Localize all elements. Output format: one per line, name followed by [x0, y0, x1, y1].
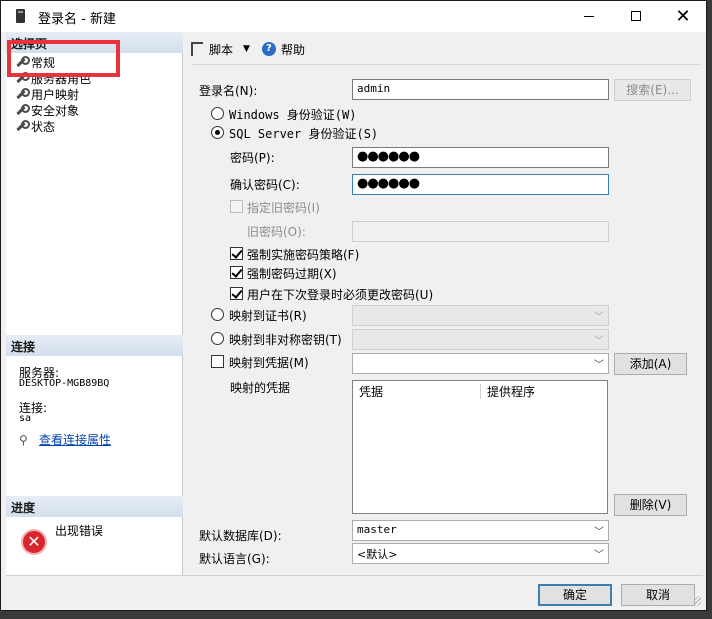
maximize-icon [631, 11, 641, 21]
mapped-credentials-table[interactable]: 凭据 提供程序 [352, 380, 608, 514]
map-asymmetric-key-radio[interactable] [211, 332, 224, 345]
connection-properties-icon: ⚲ [19, 433, 28, 447]
old-password-input[interactable] [352, 221, 609, 242]
toolbar-divider [191, 64, 701, 65]
must-change-checkbox[interactable] [230, 287, 243, 300]
column-header-credential[interactable]: 凭据 [353, 381, 389, 401]
login-new-window: 登录名 - 新建 ✕ 选择页 常规 服务器角色 用户映射 安全对象 状态 连接 … [0, 0, 707, 611]
certificate-select[interactable]: ﹀ [352, 305, 609, 326]
connection-header: 连接 [6, 335, 183, 356]
credential-select[interactable]: ﹀ [352, 353, 609, 374]
default-database-select[interactable]: master ﹀ [352, 520, 609, 541]
script-icon [191, 42, 203, 56]
nav-item-label: 安全对象 [31, 103, 80, 118]
page-selector-pane: 选择页 常规 服务器角色 用户映射 安全对象 状态 连接 服务器: DESKTO… [6, 32, 183, 575]
window-app-icon [16, 9, 25, 23]
remove-credential-button[interactable]: 删除(V) [614, 494, 687, 516]
map-certificate-label: 映射到证书(R) [229, 309, 307, 323]
maximize-button[interactable] [613, 1, 659, 32]
column-header-provider[interactable]: 提供程序 [481, 381, 541, 401]
wrench-icon [14, 104, 30, 116]
enforce-policy-label: 强制实施密码策略(F) [247, 248, 360, 262]
close-icon: ✕ [675, 6, 691, 27]
chevron-down-icon: ﹀ [594, 336, 604, 347]
error-icon: ✕ [21, 529, 47, 555]
enforce-policy-checkbox[interactable] [230, 247, 243, 260]
password-mask: ●●●●●● [357, 149, 420, 164]
confirm-password-mask: ●●●●●● [357, 176, 420, 191]
mapped-credentials-label: 映射的凭据 [230, 381, 291, 395]
search-button[interactable]: 搜索(E)... [614, 79, 691, 101]
nav-item-user-mapping[interactable]: 用户映射 [14, 86, 79, 102]
windows-auth-radio[interactable] [211, 107, 224, 120]
login-name-label: 登录名(N): [199, 84, 258, 98]
default-language-select[interactable]: <默认> ﹀ [352, 543, 609, 564]
close-button[interactable]: ✕ [660, 1, 706, 32]
chevron-down-icon: ﹀ [594, 550, 604, 561]
chevron-down-icon: ﹀ [594, 527, 604, 538]
help-button[interactable]: 帮助 [281, 41, 305, 58]
default-language-value: <默认> [357, 548, 398, 561]
chevron-down-icon: ﹀ [594, 360, 604, 371]
default-database-value: master [357, 523, 397, 536]
sql-auth-radio[interactable] [211, 126, 224, 139]
cancel-button[interactable]: 取消 [621, 584, 695, 606]
windows-auth-label: Windows 身份验证(W) [229, 108, 357, 122]
help-icon: ? [261, 42, 276, 56]
confirm-password-input[interactable]: ●●●●●● [352, 174, 609, 195]
confirm-password-label: 确认密码(C): [230, 178, 300, 192]
map-credential-label: 映射到凭据(M) [229, 356, 309, 370]
wrench-icon [14, 88, 30, 100]
chevron-down-icon: ﹀ [594, 312, 604, 323]
nav-item-label: 用户映射 [31, 87, 80, 102]
nav-item-securables[interactable]: 安全对象 [14, 102, 79, 118]
login-name-input[interactable]: admin [352, 79, 609, 100]
old-password-label: 旧密码(O): [247, 225, 306, 239]
toolbar: 脚本 ▼ ? 帮助 [191, 39, 305, 59]
default-language-label: 默认语言(G): [199, 552, 270, 566]
specify-old-password-checkbox[interactable] [230, 200, 243, 213]
window-title: 登录名 - 新建 [38, 12, 116, 27]
map-credential-checkbox[interactable] [211, 355, 224, 368]
connection-value: sa [19, 413, 32, 424]
progress-status: 出现错误 [55, 524, 104, 538]
map-asymmetric-key-label: 映射到非对称密钥(T) [229, 333, 342, 347]
wrench-icon [14, 120, 30, 132]
server-value: DESKTOP-MGB89BQ [19, 378, 110, 389]
password-input[interactable]: ●●●●●● [352, 147, 609, 168]
nav-item-status[interactable]: 状态 [14, 118, 55, 134]
chevron-down-icon[interactable]: ▼ [243, 44, 250, 54]
map-certificate-radio[interactable] [211, 308, 224, 321]
enforce-expiration-label: 强制密码过期(X) [247, 267, 337, 281]
asymmetric-key-select[interactable]: ﹀ [352, 329, 609, 350]
enforce-expiration-checkbox[interactable] [230, 266, 243, 279]
nav-item-label: 状态 [31, 119, 56, 134]
progress-header: 进度 [6, 496, 183, 517]
specify-old-password-label: 指定旧密码(I) [247, 201, 320, 215]
add-credential-button[interactable]: 添加(A) [614, 353, 687, 375]
view-connection-properties-link[interactable]: 查看连接属性 [39, 431, 111, 448]
script-button[interactable]: 脚本 [209, 41, 233, 58]
sql-auth-label: SQL Server 身份验证(S) [229, 127, 379, 141]
must-change-label: 用户在下次登录时必须更改密码(U) [247, 288, 434, 302]
minimize-icon [584, 15, 594, 17]
default-database-label: 默认数据库(D): [199, 529, 282, 543]
highlight-box [7, 40, 120, 77]
minimize-button[interactable] [566, 1, 612, 32]
ok-button[interactable]: 确定 [538, 584, 612, 606]
password-label: 密码(P): [230, 151, 275, 165]
title-bar: 登录名 - 新建 ✕ [1, 1, 706, 32]
